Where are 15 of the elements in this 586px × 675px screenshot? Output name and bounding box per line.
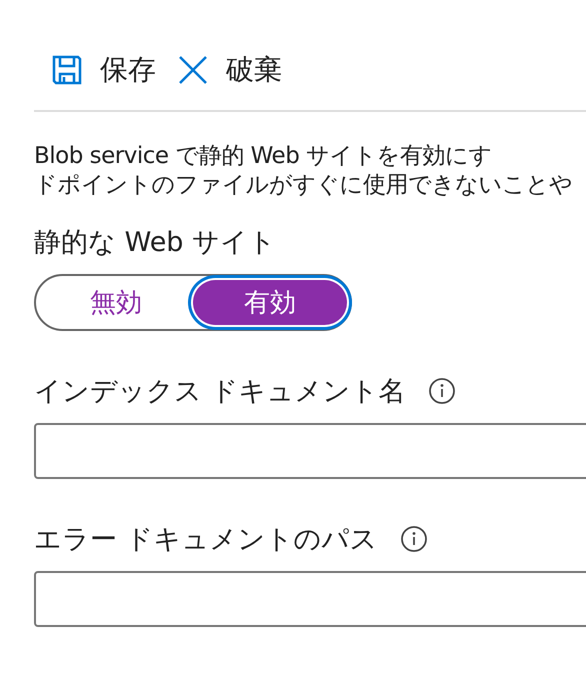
toggle-option[interactable]: 無効	[39, 280, 193, 325]
close-icon	[178, 55, 208, 85]
toggle-option[interactable]: 有効	[193, 280, 347, 325]
field-label: エラー ドキュメントのパス	[34, 523, 378, 557]
info-icon[interactable]	[428, 377, 456, 405]
input-field[interactable]	[34, 571, 586, 627]
description-text: Blob service で静的 Web サイトを有効にす	[34, 142, 494, 171]
save-icon	[52, 55, 82, 85]
field-label: 静的な Web サイト	[34, 226, 278, 260]
info-icon[interactable]	[400, 525, 428, 553]
save-button[interactable]: 保存	[52, 51, 156, 89]
description-text: ドポイントのファイルがすぐに使用できないことや	[34, 171, 574, 200]
input-field[interactable]	[34, 423, 586, 479]
field-label: インデックス ドキュメント名	[34, 375, 406, 409]
discard-button[interactable]: 破棄	[178, 51, 282, 89]
